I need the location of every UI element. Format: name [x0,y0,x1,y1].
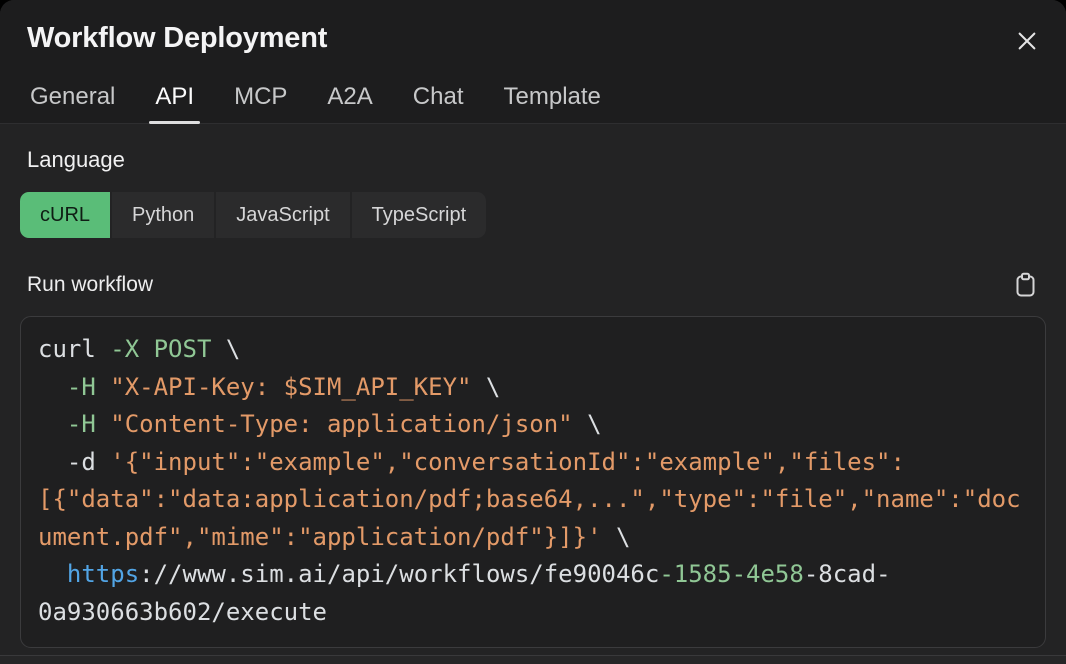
close-button[interactable] [1010,24,1044,58]
x-icon [1014,28,1040,54]
language-option-typescript[interactable]: TypeScript [352,192,486,238]
tab-chat[interactable]: Chat [407,85,470,124]
language-label: Language [27,147,125,173]
language-option-curl[interactable]: cURL [20,192,110,238]
tab-a2a[interactable]: A2A [321,85,378,124]
modal-footer-divider [0,655,1066,664]
code-line: 0a930663b602/execute [38,594,1028,632]
workflow-deployment-modal: Workflow Deployment General API MCP A2A Chat… [0,0,1066,664]
language-option-python[interactable]: Python [112,192,214,238]
copy-button[interactable] [1008,268,1042,302]
tab-bar: General API MCP A2A Chat Template [24,85,607,124]
modal-header: Workflow Deployment General API MCP A2A Chat… [0,0,1066,124]
code-line: ument.pdf","mime":"application/pdf"}]}' … [38,519,1028,557]
modal-title: Workflow Deployment [27,22,327,55]
tab-template[interactable]: Template [498,85,607,124]
code-line: -d '{"input":"example","conversationId":… [38,444,1028,482]
code-block: curl -X POST \ -H "X-API-Key: $SIM_API_K… [20,316,1046,648]
code-line: -H "Content-Type: application/json" \ [38,406,1028,444]
language-selector: cURLPythonJavaScriptTypeScript [20,192,486,238]
snippet-label: Run workflow [27,273,153,297]
code-line: https://www.sim.ai/api/workflows/fe90046… [38,556,1028,594]
code-line: -H "X-API-Key: $SIM_API_KEY" \ [38,369,1028,407]
clipboard-icon [1014,272,1037,298]
tab-general[interactable]: General [24,85,121,124]
language-option-javascript[interactable]: JavaScript [216,192,349,238]
code-line: curl -X POST \ [38,331,1028,369]
code-line: [{"data":"data:application/pdf;base64,..… [38,481,1028,519]
tab-mcp[interactable]: MCP [228,85,293,124]
tab-api[interactable]: API [149,85,200,124]
